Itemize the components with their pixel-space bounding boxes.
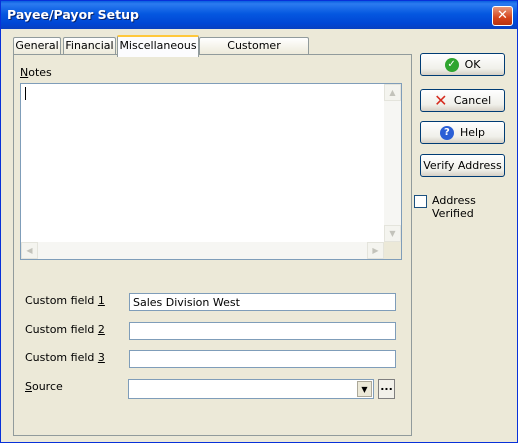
- question-icon: ?: [439, 125, 454, 140]
- cancel-button[interactable]: ✕ Cancel: [420, 89, 505, 112]
- tab-miscellaneous[interactable]: Miscellaneous: [117, 35, 199, 57]
- window-title: Payee/Payor Setup: [7, 7, 139, 22]
- notes-textarea[interactable]: ▲ ▼ ◀ ▶: [20, 83, 402, 260]
- notes-horizontal-scrollbar[interactable]: ◀ ▶: [21, 242, 384, 259]
- source-browse-button[interactable]: ...: [378, 379, 395, 399]
- help-button[interactable]: ? Help: [420, 121, 505, 144]
- custom-field-2-input[interactable]: [129, 322, 396, 340]
- ok-button[interactable]: ✓ OK: [420, 53, 505, 76]
- custom-field-3-input[interactable]: [129, 350, 396, 368]
- address-verified-label[interactable]: Address Verified: [432, 194, 517, 220]
- custom-field-3-label: Custom field 3: [25, 351, 105, 364]
- scroll-left-icon[interactable]: ◀: [21, 242, 38, 259]
- scroll-right-icon[interactable]: ▶: [367, 242, 384, 259]
- dialog-content: General Financial Miscellaneous Customer…: [1, 29, 517, 442]
- cancel-label: Cancel: [453, 94, 492, 107]
- tab-customer-information[interactable]: Customer Information: [199, 37, 309, 68]
- custom-field-1-label: Custom field 1: [25, 294, 105, 307]
- check-circle-icon: ✓: [444, 57, 459, 72]
- notes-vertical-scrollbar[interactable]: ▲ ▼: [384, 84, 401, 242]
- scroll-up-icon[interactable]: ▲: [384, 84, 401, 101]
- source-dropdown[interactable]: ▼: [128, 379, 374, 399]
- source-label: Source: [25, 380, 63, 393]
- dialog-window: Payee/Payor Setup ✕ General Financial Mi…: [0, 0, 518, 443]
- ok-label: OK: [464, 58, 481, 71]
- verify-address-button[interactable]: Verify Address: [420, 154, 505, 177]
- close-icon[interactable]: ✕: [492, 6, 513, 26]
- red-x-icon: ✕: [434, 90, 448, 110]
- address-verified-checkbox[interactable]: [414, 195, 427, 208]
- tab-financial[interactable]: Financial: [63, 37, 116, 55]
- notes-label-rest: otes: [28, 66, 52, 79]
- scroll-down-icon[interactable]: ▼: [384, 225, 401, 242]
- text-caret: [25, 87, 26, 100]
- help-label: Help: [459, 126, 486, 139]
- tab-general[interactable]: General: [13, 37, 61, 55]
- scrollbar-corner: [384, 242, 401, 259]
- custom-field-1-input[interactable]: Sales Division West: [129, 293, 396, 311]
- notes-label: Notes: [20, 66, 52, 79]
- title-bar[interactable]: Payee/Payor Setup ✕: [1, 1, 517, 29]
- chevron-down-icon[interactable]: ▼: [357, 381, 372, 397]
- custom-field-2-label: Custom field 2: [25, 323, 105, 336]
- verify-address-label: Verify Address: [423, 159, 502, 172]
